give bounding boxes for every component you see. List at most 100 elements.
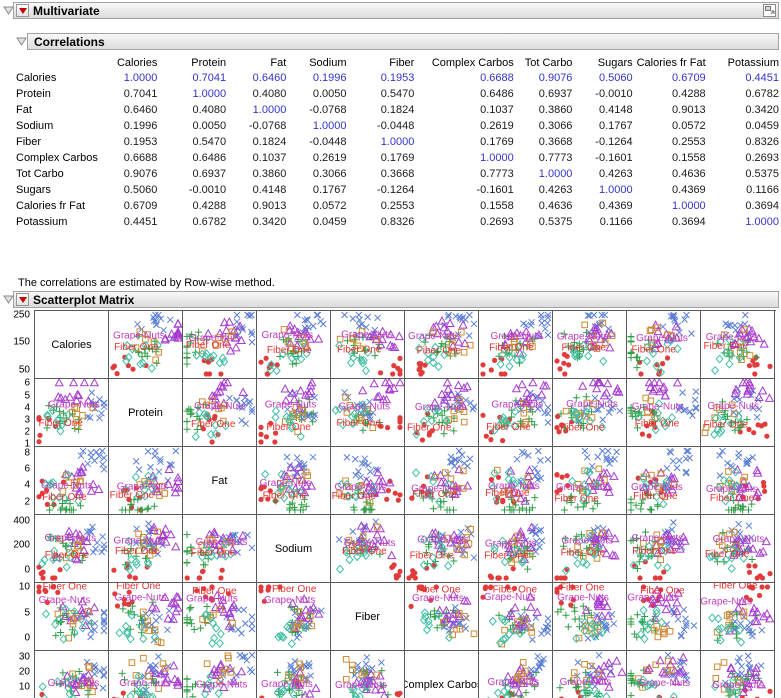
scatter-cell[interactable]: Grape-NutsFiber One (627, 311, 701, 379)
scatter-plot-canvas[interactable]: Grape-NutsFiber One (331, 651, 404, 698)
scatter-cell[interactable]: Grape-NutsFiber One (701, 583, 775, 651)
scatter-plot-canvas[interactable]: Grape-NutsFiber One (183, 583, 256, 650)
scatter-cell[interactable]: Grape-NutsFiber One (109, 515, 183, 583)
scatter-cell[interactable]: Grape-NutsFiber One (405, 447, 479, 515)
scatter-plot-canvas[interactable]: Grape-NutsFiber One (35, 515, 108, 582)
scatter-plot-canvas[interactable]: Grape-NutsFiber One (479, 311, 552, 378)
scatter-cell[interactable]: Grape-NutsFiber One (479, 515, 553, 583)
scatter-cell[interactable]: Grape-NutsFiber One (553, 311, 627, 379)
scatter-plot-canvas[interactable]: Grape-NutsFiber One (109, 447, 182, 514)
scatter-cell[interactable]: Grape-NutsFiber One (257, 651, 331, 698)
scatter-plot-canvas[interactable]: Grape-NutsFiber One (109, 515, 182, 582)
scatter-plot-canvas[interactable]: Grape-NutsFiber One (331, 311, 404, 378)
scatter-plot-canvas[interactable]: Grape-NutsFiber One (257, 583, 330, 650)
scatter-plot-canvas[interactable]: Grape-NutsFiber One (479, 379, 552, 446)
scatter-cell[interactable]: Grape-NutsFiber One (405, 311, 479, 379)
scatter-cell[interactable]: Grape-NutsFiber One (331, 379, 405, 447)
scatter-plot-canvas[interactable]: Grape-NutsFiber One (405, 583, 478, 650)
scatter-cell[interactable]: Grape-NutsFiber One (257, 583, 331, 651)
scatter-plot-canvas[interactable]: Grape-NutsFiber One (627, 447, 700, 514)
scatter-plot-canvas[interactable]: Grape-NutsFiber One (553, 583, 626, 650)
scatter-plot-canvas[interactable]: Grape-NutsFiber One (331, 447, 404, 514)
scatter-cell[interactable]: Grape-NutsFiber One (479, 311, 553, 379)
scatter-plot-canvas[interactable]: Grape-NutsFiber One (35, 379, 108, 446)
scatter-cell[interactable]: Grape-NutsFiber One (35, 379, 109, 447)
scatter-cell[interactable]: Grape-NutsFiber One (553, 515, 627, 583)
diagonal-cell-fiber[interactable]: Fiber (331, 583, 405, 651)
scatter-cell[interactable]: Grape-NutsFiber One (479, 379, 553, 447)
scatter-plot-canvas[interactable]: Grape-NutsFiber One (479, 651, 552, 698)
scatter-plot-canvas[interactable]: Grape-NutsFiber One (701, 447, 774, 514)
scatter-plot-canvas[interactable]: Grape-NutsFiber One (405, 447, 478, 514)
scatter-cell[interactable]: Grape-NutsFiber One (183, 583, 257, 651)
scatter-cell[interactable]: Grape-NutsFiber One (553, 447, 627, 515)
scatter-plot-canvas[interactable]: Grape-NutsFiber One (701, 515, 774, 582)
scatter-cell[interactable]: Grape-NutsFiber One (405, 583, 479, 651)
scatter-cell[interactable]: Grape-NutsFiber One (405, 515, 479, 583)
scatter-cell[interactable]: Grape-NutsFiber One (479, 583, 553, 651)
scatter-plot-canvas[interactable]: Grape-NutsFiber One (257, 447, 330, 514)
scatter-plot-canvas[interactable]: Grape-NutsFiber One (627, 583, 700, 650)
scatter-plot-canvas[interactable]: Grape-NutsFiber One (35, 447, 108, 514)
scatter-cell[interactable]: Grape-NutsFiber One (109, 311, 183, 379)
scatter-plot-canvas[interactable]: Grape-NutsFiber One (405, 515, 478, 582)
scatter-plot-canvas[interactable]: Grape-NutsFiber One (627, 651, 700, 698)
disclosure-triangle-correlations[interactable] (16, 37, 27, 49)
scatter-cell[interactable]: Grape-NutsFiber One (331, 311, 405, 379)
scatter-cell[interactable]: Grape-NutsFiber One (183, 515, 257, 583)
scatter-plot-canvas[interactable]: Grape-NutsFiber One (331, 515, 404, 582)
scatter-cell[interactable]: Grape-NutsFiber One (479, 447, 553, 515)
scatter-plot-canvas[interactable]: Grape-NutsFiber One (627, 379, 700, 446)
scatter-plot-canvas[interactable]: Grape-NutsFiber One (257, 311, 330, 378)
scatter-cell[interactable]: Grape-NutsFiber One (627, 515, 701, 583)
scatter-cell[interactable]: Grape-NutsFiber One (701, 515, 775, 583)
scatter-cell[interactable]: Grape-NutsFiber One (331, 515, 405, 583)
scatter-plot-canvas[interactable]: Grape-NutsFiber One (479, 583, 552, 650)
scatter-cell[interactable]: Grape-NutsFiber One (627, 651, 701, 698)
scatter-cell[interactable]: Grape-NutsFiber One (701, 379, 775, 447)
scatter-plot-canvas[interactable]: Grape-NutsFiber One (627, 311, 700, 378)
scatter-cell[interactable]: Grape-NutsFiber One (701, 651, 775, 698)
scatter-cell[interactable]: Grape-NutsFiber One (109, 651, 183, 698)
dock-window-icon[interactable] (763, 4, 776, 17)
scatter-plot-canvas[interactable]: Grape-NutsFiber One (183, 311, 256, 378)
scatter-cell[interactable]: Grape-NutsFiber One (35, 447, 109, 515)
diagonal-cell-complex-carbos[interactable]: Complex Carbos (405, 651, 479, 698)
scatter-cell[interactable]: Grape-NutsFiber One (183, 379, 257, 447)
diagonal-cell-protein[interactable]: Protein (109, 379, 183, 447)
scatter-plot-canvas[interactable]: Grape-NutsFiber One (35, 651, 108, 698)
scatter-plot-canvas[interactable]: Grape-NutsFiber One (553, 379, 626, 446)
scatter-plot-canvas[interactable]: Grape-NutsFiber One (35, 583, 108, 650)
diagonal-cell-calories[interactable]: Calories (35, 311, 109, 379)
scatter-plot-canvas[interactable]: Grape-NutsFiber One (331, 379, 404, 446)
scatter-cell[interactable]: Grape-NutsFiber One (35, 651, 109, 698)
scatter-cell[interactable]: Grape-NutsFiber One (257, 379, 331, 447)
scatter-cell[interactable]: Grape-NutsFiber One (183, 651, 257, 698)
diagonal-cell-fat[interactable]: Fat (183, 447, 257, 515)
scatter-plot-canvas[interactable]: Grape-NutsFiber One (553, 447, 626, 514)
multivariate-menu-button[interactable] (16, 4, 29, 17)
scatter-cell[interactable]: Grape-NutsFiber One (405, 379, 479, 447)
scatter-cell[interactable]: Grape-NutsFiber One (183, 311, 257, 379)
scatter-plot-canvas[interactable]: Grape-NutsFiber One (701, 583, 774, 650)
scatter-plot-canvas[interactable]: Grape-NutsFiber One (479, 447, 552, 514)
scatter-cell[interactable]: Grape-NutsFiber One (627, 379, 701, 447)
scatter-plot-canvas[interactable]: Grape-NutsFiber One (701, 311, 774, 378)
scatter-plot-canvas[interactable]: Grape-NutsFiber One (627, 515, 700, 582)
scatter-plot-canvas[interactable]: Grape-NutsFiber One (183, 651, 256, 698)
scatter-plot-canvas[interactable]: Grape-NutsFiber One (109, 583, 182, 650)
scatter-plot-canvas[interactable]: Grape-NutsFiber One (183, 379, 256, 446)
scatter-plot-canvas[interactable]: Grape-NutsFiber One (701, 651, 774, 698)
scatter-cell[interactable]: Grape-NutsFiber One (701, 447, 775, 515)
scatter-cell[interactable]: Grape-NutsFiber One (479, 651, 553, 698)
scatter-plot-canvas[interactable]: Grape-NutsFiber One (257, 379, 330, 446)
scatter-plot-canvas[interactable]: Grape-NutsFiber One (553, 651, 626, 698)
scatter-cell[interactable]: Grape-NutsFiber One (553, 379, 627, 447)
scatter-plot-canvas[interactable]: Grape-NutsFiber One (479, 515, 552, 582)
scatter-cell[interactable]: Grape-NutsFiber One (553, 651, 627, 698)
scatter-cell[interactable]: Grape-NutsFiber One (257, 311, 331, 379)
scatter-cell[interactable]: Grape-NutsFiber One (331, 651, 405, 698)
scatter-plot-canvas[interactable]: Grape-NutsFiber One (553, 515, 626, 582)
scatter-plot-canvas[interactable]: Grape-NutsFiber One (183, 515, 256, 582)
scatter-plot-canvas[interactable]: Grape-NutsFiber One (405, 311, 478, 378)
